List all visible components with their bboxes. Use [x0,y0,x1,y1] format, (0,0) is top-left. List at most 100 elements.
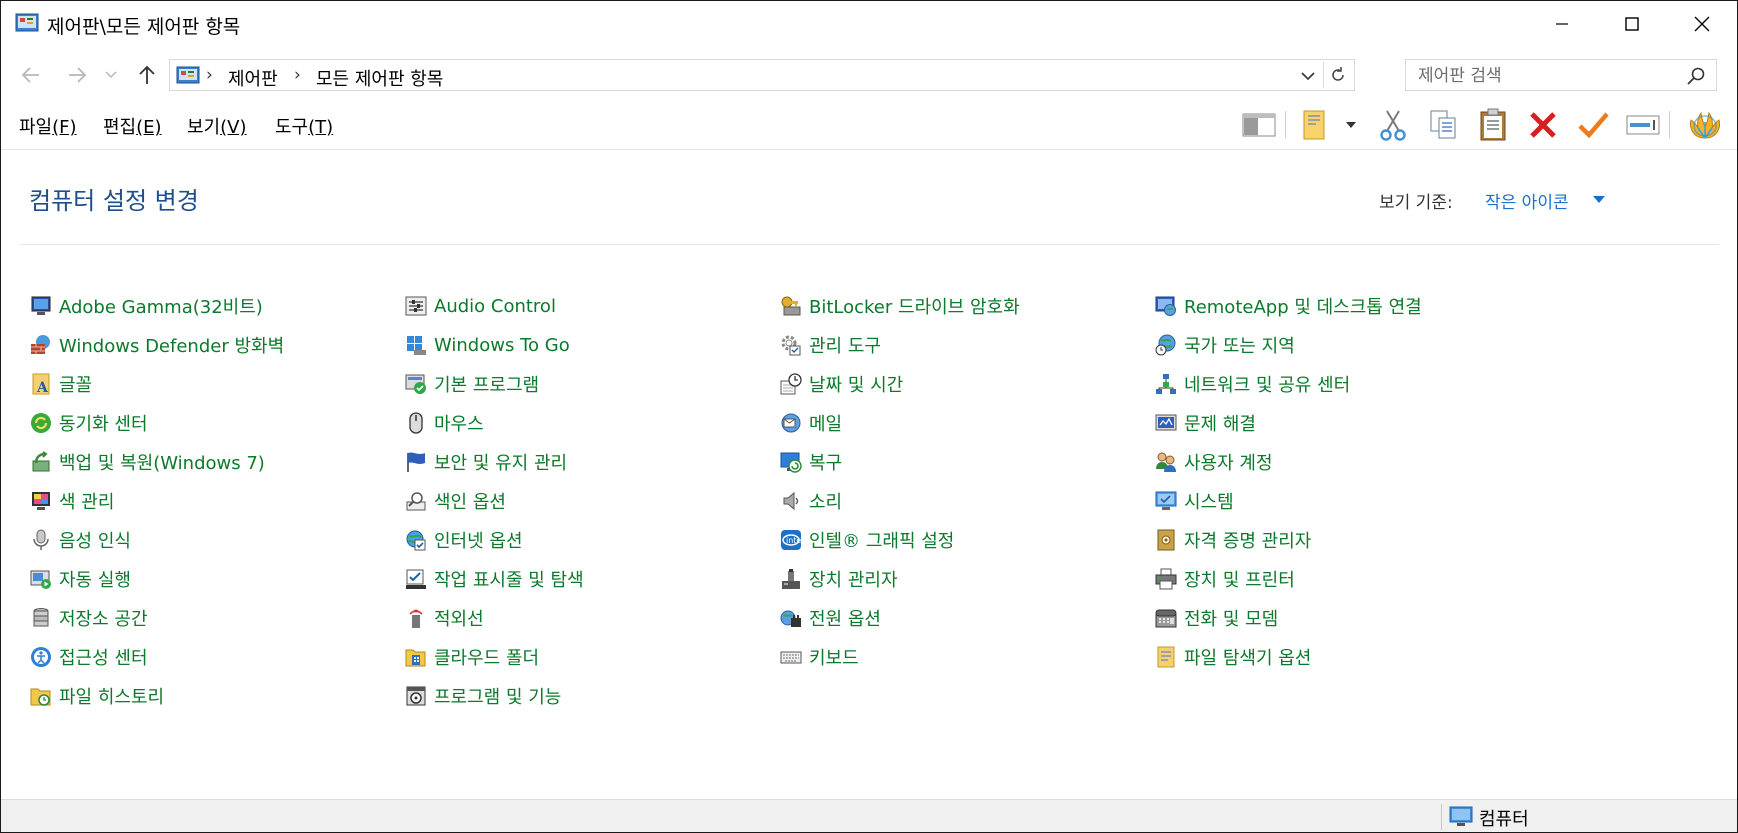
item-mail[interactable]: 메일 [779,408,842,438]
shell-button[interactable] [1687,109,1723,141]
chevron-down-icon[interactable] [1298,66,1318,86]
item-default-programs[interactable]: 기본 프로그램 [404,369,539,399]
item-mouse[interactable]: 마우스 [404,408,484,438]
item-bitlocker[interactable]: BitLocker 드라이브 암호화 [779,291,1020,321]
item-intel-graphics[interactable]: intel 인텔® 그래픽 설정 [779,525,954,555]
credential-icon [1154,528,1178,552]
cut-button[interactable] [1375,109,1411,141]
breadcrumb-separator[interactable]: › [206,65,213,85]
recovery-icon [779,450,803,474]
item-windows-defender-firewall[interactable]: Windows Defender 방화벽 [29,330,284,360]
item-troubleshooting[interactable]: 문제 해결 [1154,408,1256,438]
item-autoplay[interactable]: 자동 실행 [29,564,131,594]
up-button[interactable] [133,61,161,89]
menu-edit[interactable]: 편집(E) [103,113,162,139]
item-sync-center[interactable]: 동기화 센터 [29,408,148,438]
troubleshoot-icon [1154,411,1178,435]
preview-pane-button[interactable] [1241,109,1277,141]
menu-file[interactable]: 파일(F) [19,113,77,139]
rename-icon [1626,115,1660,135]
phone-icon [1154,606,1178,630]
item-internet-options[interactable]: 인터넷 옵션 [404,525,523,555]
refresh-button[interactable] [1323,62,1352,88]
item-credential-manager[interactable]: 자격 증명 관리자 [1154,525,1311,555]
minimize-button[interactable] [1527,1,1597,47]
control-panel-icon [176,66,200,84]
item-infrared[interactable]: 적외선 [404,603,484,633]
item-devices-printers[interactable]: 장치 및 프린터 [1154,564,1295,594]
view-by-dropdown[interactable]: 작은 아이콘 [1485,188,1569,213]
forward-button[interactable] [63,61,91,89]
rename-button[interactable] [1625,109,1661,141]
item-device-manager[interactable]: 장치 관리자 [779,564,898,594]
close-button[interactable] [1667,1,1737,47]
copy-button[interactable] [1425,109,1461,141]
breadcrumb-control-panel[interactable]: 제어판 [228,65,278,91]
item-keyboard[interactable]: 키보드 [779,642,859,672]
window-title: 제어판\모든 제어판 항목 [47,16,241,38]
item-label: 메일 [809,414,843,435]
address-bar[interactable]: › 제어판 › 모든 제어판 항목 [169,59,1355,91]
item-user-accounts[interactable]: 사용자 계정 [1154,447,1273,477]
item-adobe-gamma[interactable]: Adobe Gamma(32비트) [29,291,263,321]
search-icon[interactable] [1686,66,1706,86]
item-label: 시스템 [1184,492,1234,513]
device-manager-icon [779,567,803,591]
item-label: 장치 및 프린터 [1184,570,1295,591]
item-admin-tools[interactable]: 관리 도구 [779,330,881,360]
breadcrumb-all-items[interactable]: 모든 제어판 항목 [316,65,443,91]
item-label: 색인 옵션 [434,492,506,513]
item-security-maintenance[interactable]: 보안 및 유지 관리 [404,447,567,477]
item-date-time[interactable]: 날짜 및 시간 [779,369,903,399]
recent-locations-button[interactable] [101,61,121,89]
item-label: 자동 실행 [59,570,131,591]
users-icon [1154,450,1178,474]
search-input[interactable] [1416,63,1680,89]
back-button[interactable] [17,61,45,89]
menu-edit-label: 편집 [103,117,137,138]
menu-tools[interactable]: 도구(T) [275,113,333,139]
item-phone-modem[interactable]: 전화 및 모뎀 [1154,603,1278,633]
chevron-down-icon[interactable] [1593,196,1605,203]
item-indexing-options[interactable]: 색인 옵션 [404,486,506,516]
taskbar-icon [404,567,428,591]
item-system[interactable]: 시스템 [1154,486,1234,516]
file-history-icon [29,684,53,708]
item-audio-control[interactable]: Audio Control [404,291,556,321]
forward-arrow-icon [69,67,87,83]
item-storage-spaces[interactable]: 저장소 공간 [29,603,148,633]
cut-icon [1380,110,1406,141]
address-row: › 제어판 › 모든 제어판 항목 [1,53,1737,97]
item-backup-restore[interactable]: 백업 및 복원(Windows 7) [29,447,265,477]
chevron-down-icon [105,71,117,79]
item-color-management[interactable]: 색 관리 [29,486,114,516]
maximize-button[interactable] [1597,1,1667,47]
menu-view[interactable]: 보기(V) [187,113,246,139]
item-taskbar-navigation[interactable]: 작업 표시줄 및 탐색 [404,564,584,594]
item-fonts[interactable]: A 글꼴 [29,369,92,399]
mail-icon [779,411,803,435]
delete-button[interactable] [1525,109,1561,141]
item-sound[interactable]: 소리 [779,486,842,516]
item-windows-to-go[interactable]: Windows To Go [404,330,570,360]
item-programs-features[interactable]: 프로그램 및 기능 [404,681,561,711]
new-folder-dropdown[interactable] [1341,109,1361,141]
properties-button[interactable] [1575,109,1611,141]
new-folder-button[interactable] [1297,109,1333,141]
page-title: 컴퓨터 설정 변경 [29,187,199,215]
item-cloud-folders[interactable]: 클라우드 폴더 [404,642,539,672]
network-icon [1154,372,1178,396]
computer-icon [1449,806,1473,826]
item-recovery[interactable]: 복구 [779,447,842,477]
paste-button[interactable] [1475,108,1511,141]
breadcrumb-separator[interactable]: › [294,65,301,85]
item-network-sharing[interactable]: 네트워크 및 공유 센터 [1154,369,1350,399]
item-file-history[interactable]: 파일 히스토리 [29,681,164,711]
item-speech-recognition[interactable]: 음성 인식 [29,525,131,555]
item-region[interactable]: 국가 또는 지역 [1154,330,1295,360]
item-power-options[interactable]: 전원 옵션 [779,603,881,633]
item-ease-of-access[interactable]: 접근성 센터 [29,642,148,672]
search-box[interactable] [1405,59,1717,91]
item-remoteapp[interactable]: RemoteApp 및 데스크톱 연결 [1154,291,1422,321]
item-file-explorer-options[interactable]: 파일 탐색기 옵션 [1154,642,1311,672]
